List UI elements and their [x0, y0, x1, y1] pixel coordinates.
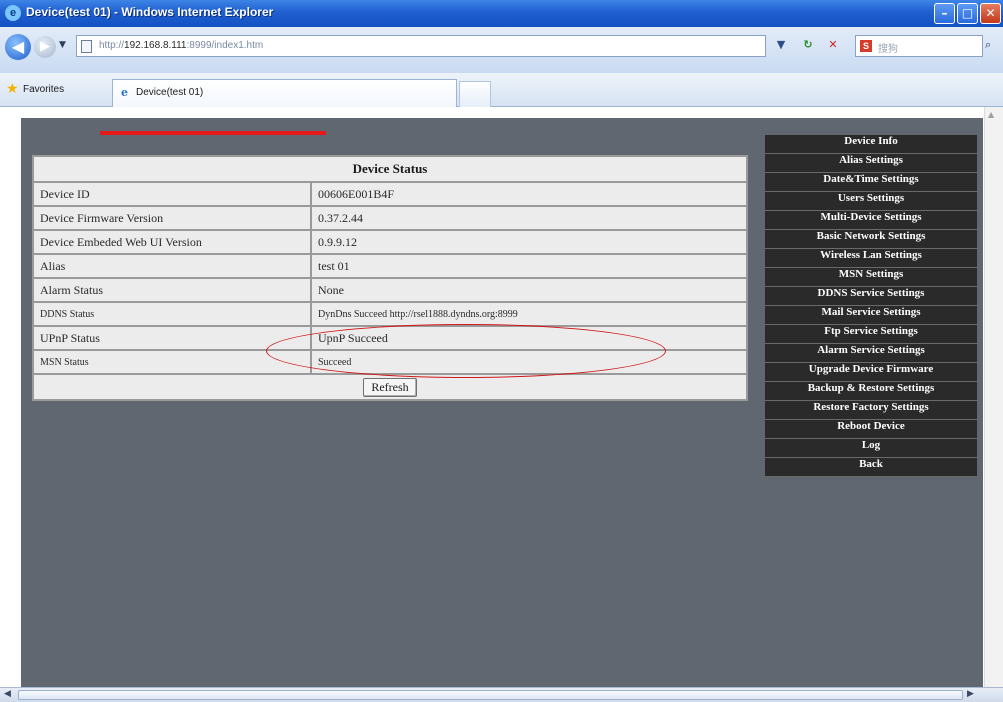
menu-item-msn-settings[interactable]: MSN Settings — [765, 268, 977, 287]
stop-icon[interactable]: ✕ — [825, 37, 841, 53]
row-value: 00606E001B4F — [310, 181, 748, 207]
tab-ie-icon: e — [121, 86, 128, 99]
table-row: Device Embeded Web UI Version 0.9.9.12 — [32, 229, 748, 255]
vertical-scrollbar[interactable]: ▲ — [984, 107, 1003, 687]
refresh-button[interactable]: Refresh — [363, 377, 417, 397]
url-host: 192.168.8.111 — [124, 40, 187, 51]
menu-item-restore-factory-settings[interactable]: Restore Factory Settings — [765, 401, 977, 420]
table-row: DDNS Status DynDns Succeed http://rsel18… — [32, 301, 748, 327]
search-provider-icon: S — [860, 40, 872, 52]
row-value: None — [310, 277, 748, 303]
row-label: Device Firmware Version — [32, 205, 312, 231]
horizontal-scroll-thumb[interactable] — [18, 690, 963, 700]
menu-item-ftp-service-settings[interactable]: Ftp Service Settings — [765, 325, 977, 344]
address-toolbar: ◀ ▶ ▼ http://192.168.8.111:8999/index1.h… — [0, 27, 1003, 73]
address-bar[interactable]: http://192.168.8.111:8999/index1.htm — [76, 35, 766, 57]
menu-item-users-settings[interactable]: Users Settings — [765, 192, 977, 211]
url-path: :8999/index1.htm — [186, 40, 264, 51]
forward-button[interactable]: ▶ — [34, 36, 56, 58]
row-value: 0.9.9.12 — [310, 229, 748, 255]
maximize-button[interactable]: □ — [957, 3, 978, 24]
horizontal-scrollbar[interactable]: ◀ ▶ — [0, 687, 1003, 702]
table-row: Device Firmware Version 0.37.2.44 — [32, 205, 748, 231]
table-row: Device ID 00606E001B4F — [32, 181, 748, 207]
status-header-row: Device Status — [32, 155, 748, 183]
new-tab-button[interactable] — [459, 81, 491, 107]
row-value: test 01 — [310, 253, 748, 279]
menu-item-wireless-lan-settings[interactable]: Wireless Lan Settings — [765, 249, 977, 268]
search-icon[interactable]: ⌕ — [985, 38, 991, 52]
row-label: DDNS Status — [32, 301, 312, 327]
scroll-right-icon[interactable]: ▶ — [967, 689, 974, 699]
refresh-row: Refresh — [32, 373, 748, 401]
address-dropdown-icon[interactable]: ▼ — [773, 37, 789, 53]
recent-pages-dropdown[interactable]: ▼ — [59, 40, 66, 50]
back-button[interactable]: ◀ — [5, 34, 31, 60]
minimize-button[interactable]: – — [934, 3, 955, 24]
scroll-left-icon[interactable]: ◀ — [4, 689, 11, 699]
favorites-button[interactable]: Favorites — [23, 84, 64, 95]
favorites-bar: ★ Favorites e Device(test 01) — [0, 73, 1003, 107]
table-row: Alias test 01 — [32, 253, 748, 279]
menu-item-alarm-service-settings[interactable]: Alarm Service Settings — [765, 344, 977, 363]
settings-menu: Device Info Alias Settings Date&Time Set… — [765, 135, 977, 477]
window-title: Device(test 01) - Windows Internet Explo… — [26, 5, 274, 19]
menu-item-mail-service-settings[interactable]: Mail Service Settings — [765, 306, 977, 325]
tab-label: Device(test 01) — [136, 87, 204, 98]
row-label: Alarm Status — [32, 277, 312, 303]
menu-item-date-time-settings[interactable]: Date&Time Settings — [765, 173, 977, 192]
menu-item-backup-restore-settings[interactable]: Backup & Restore Settings — [765, 382, 977, 401]
menu-item-ddns-service-settings[interactable]: DDNS Service Settings — [765, 287, 977, 306]
status-header: Device Status — [32, 155, 748, 183]
row-label: Device ID — [32, 181, 312, 207]
table-row: Alarm Status None — [32, 277, 748, 303]
page-icon — [81, 40, 92, 53]
menu-item-log[interactable]: Log — [765, 439, 977, 458]
row-label: Alias — [32, 253, 312, 279]
refresh-cell: Refresh — [32, 373, 748, 401]
menu-item-alias-settings[interactable]: Alias Settings — [765, 154, 977, 173]
search-placeholder: 搜狗 — [878, 44, 898, 55]
close-button[interactable]: ✕ — [980, 3, 1001, 24]
menu-item-device-info[interactable]: Device Info — [765, 135, 977, 154]
scroll-up-icon[interactable]: ▲ — [988, 110, 994, 119]
row-value: 0.37.2.44 — [310, 205, 748, 231]
menu-item-basic-network-settings[interactable]: Basic Network Settings — [765, 230, 977, 249]
row-value: DynDns Succeed http://rsel1888.dyndns.or… — [310, 301, 748, 327]
browser-content: Device Status Device ID 00606E001B4F Dev… — [0, 107, 1003, 702]
tab-device[interactable]: e Device(test 01) — [112, 79, 457, 107]
red-redaction-mark — [100, 131, 326, 135]
url-scheme: http:// — [99, 40, 125, 51]
device-page: Device Status Device ID 00606E001B4F Dev… — [21, 118, 983, 687]
menu-item-upgrade-device-firmware[interactable]: Upgrade Device Firmware — [765, 363, 977, 382]
refresh-icon[interactable]: ↻ — [800, 37, 816, 53]
url-text[interactable]: http://192.168.8.111:8999/index1.htm — [99, 40, 263, 51]
favorites-star-icon[interactable]: ★ — [6, 81, 19, 97]
menu-item-multi-device-settings[interactable]: Multi-Device Settings — [765, 211, 977, 230]
menu-item-reboot-device[interactable]: Reboot Device — [765, 420, 977, 439]
search-box[interactable]: S 搜狗 — [855, 35, 983, 57]
window-title-bar: e Device(test 01) - Windows Internet Exp… — [0, 0, 1003, 27]
row-label: Device Embeded Web UI Version — [32, 229, 312, 255]
menu-item-back[interactable]: Back — [765, 458, 977, 477]
red-annotation-ellipse — [266, 324, 666, 378]
ie-logo-icon: e — [5, 5, 21, 21]
